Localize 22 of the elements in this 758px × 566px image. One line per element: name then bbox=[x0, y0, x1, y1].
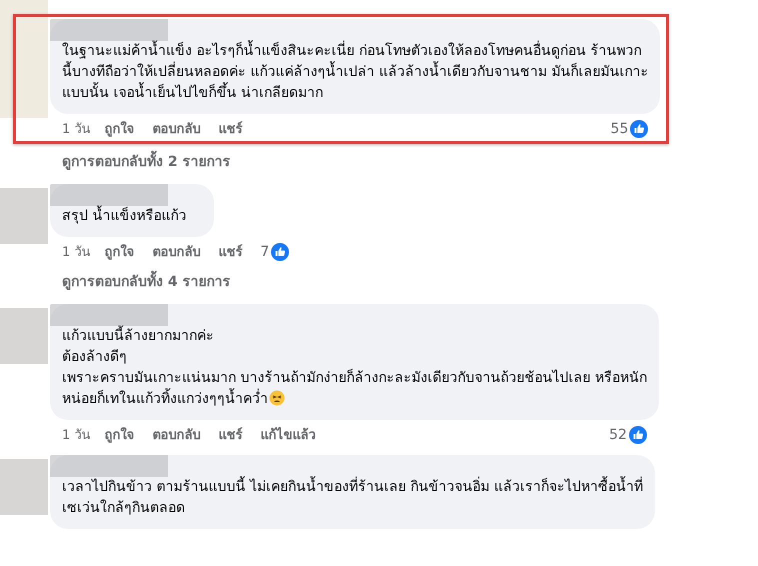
view-replies-link[interactable]: ดูการตอบกลับทั้ง 2 รายการ bbox=[50, 144, 242, 176]
action-link[interactable]: ถูกใจ bbox=[104, 241, 134, 262]
like-count[interactable]: 55 bbox=[610, 120, 628, 136]
edited-label: แก้ไขแล้ว bbox=[260, 426, 316, 445]
action-link[interactable]: แชร์ bbox=[218, 424, 242, 445]
action-link[interactable]: ถูกใจ bbox=[104, 118, 134, 139]
action-link[interactable]: ตอบกลับ bbox=[152, 241, 200, 262]
timestamp[interactable]: 1 วัน bbox=[62, 241, 90, 262]
like-count[interactable]: 7 bbox=[260, 244, 270, 260]
like-count[interactable]: 52 bbox=[609, 426, 627, 442]
action-link[interactable]: ตอบกลับ bbox=[152, 118, 200, 139]
view-replies-link[interactable]: ดูการตอบกลับทั้ง 4 รายการ bbox=[50, 264, 242, 296]
action-link[interactable]: แชร์ bbox=[218, 118, 242, 139]
action-link[interactable]: ตอบกลับ bbox=[152, 424, 200, 445]
action-link[interactable]: แชร์ bbox=[218, 241, 242, 262]
avatar[interactable] bbox=[0, 0, 48, 118]
timestamp[interactable]: 1 วัน bbox=[62, 118, 90, 139]
timestamp[interactable]: 1 วัน bbox=[62, 424, 90, 445]
thumbs-up-icon bbox=[628, 426, 647, 444]
action-link[interactable]: ถูกใจ bbox=[104, 424, 134, 445]
thumbs-up-icon bbox=[271, 242, 290, 260]
thumbs-up-icon bbox=[630, 120, 648, 138]
